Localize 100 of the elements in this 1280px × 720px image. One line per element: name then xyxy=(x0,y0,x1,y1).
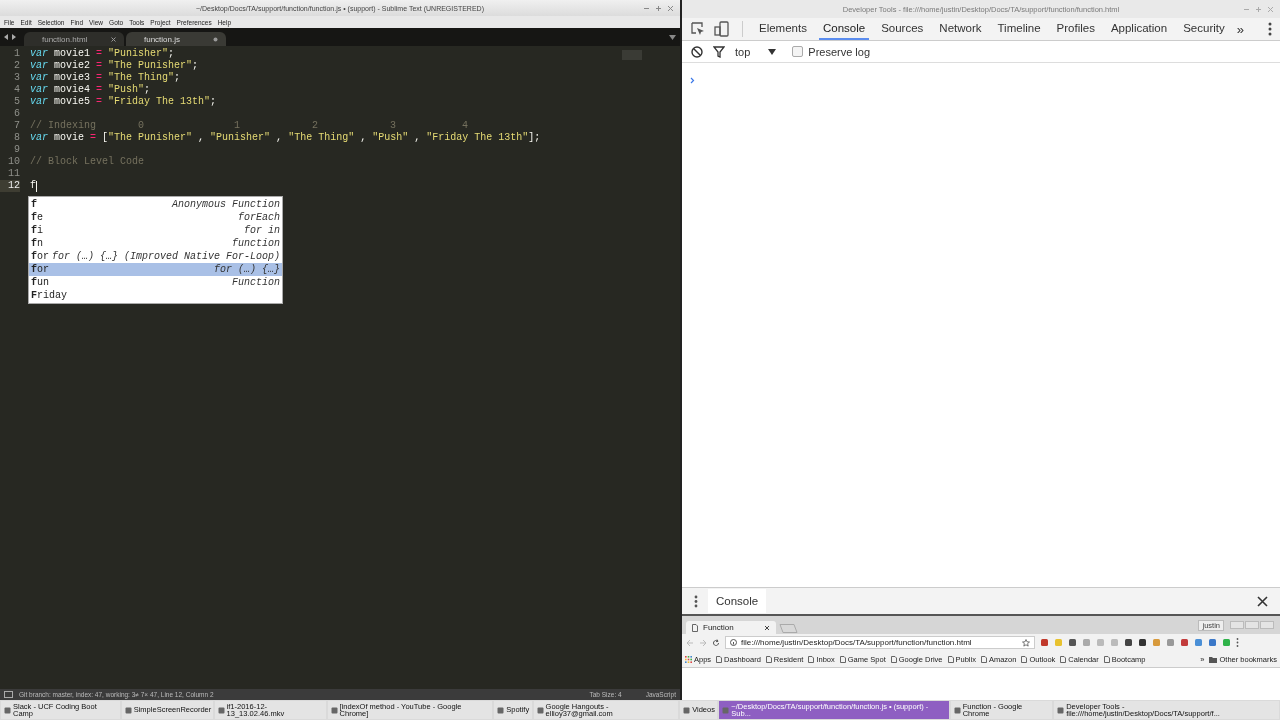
page-icon xyxy=(716,655,723,663)
code-line: var movie = ["The Punisher" , "Punisher" , "The Thing" , "Push" , "Friday The 13th"]; xyxy=(30,132,541,144)
completion-trigger: fe xyxy=(31,212,44,223)
completion-item[interactable]: Friday xyxy=(29,289,283,302)
devtools-tab[interactable]: Console xyxy=(818,18,870,40)
completion-hint: forEach xyxy=(238,212,281,223)
line-number: 9 xyxy=(13,144,20,156)
line-number: 4 xyxy=(13,84,20,96)
text-cursor xyxy=(36,180,37,192)
dropdown-icon[interactable] xyxy=(669,34,676,40)
more-tabs-button[interactable]: » xyxy=(1236,21,1244,37)
preserve-log-checkbox[interactable]: Preserve log xyxy=(792,45,871,58)
completion-item[interactable]: f Anonymous Function xyxy=(29,198,283,211)
editor-tab[interactable]: function.html xyxy=(24,32,124,46)
completion-item[interactable]: fun Function xyxy=(29,276,283,289)
line-number: 3 xyxy=(13,72,20,84)
devtools-tab[interactable]: Security xyxy=(1179,18,1229,40)
code-line: // Block Level Code xyxy=(30,156,145,168)
completion-item[interactable]: fe forEach xyxy=(29,211,283,224)
devtools-tab[interactable]: Application xyxy=(1106,18,1172,40)
completion-item[interactable]: fi for in xyxy=(29,224,283,237)
caret-icon xyxy=(768,48,777,55)
completion-item[interactable]: for for (…) {…} xyxy=(29,263,283,276)
device-toolbar-icon[interactable] xyxy=(714,21,730,37)
panel-icon[interactable] xyxy=(4,691,13,698)
close-icon[interactable] xyxy=(111,36,116,42)
inspect-element-icon[interactable] xyxy=(690,21,706,37)
completion-hint: for (…) {…} xyxy=(214,264,281,275)
app-icon xyxy=(1057,706,1065,714)
completion-trigger: fi xyxy=(31,225,44,236)
browser-tab[interactable]: Function xyxy=(686,621,776,634)
completion-trigger: fun xyxy=(31,277,50,288)
app-icon xyxy=(217,706,225,714)
clear-console-icon[interactable] xyxy=(691,45,703,58)
completion-trigger: for xyxy=(31,251,50,262)
page-icon xyxy=(980,655,987,663)
code-line: var movie1 = "Punisher"; xyxy=(30,48,175,60)
more-options-icon[interactable] xyxy=(1268,22,1272,36)
checkbox[interactable] xyxy=(792,46,804,57)
page-icon xyxy=(808,655,815,663)
completion-trigger: fn xyxy=(31,238,44,249)
app-icon xyxy=(722,706,730,714)
line-number: 1 xyxy=(13,48,20,60)
app-icon xyxy=(330,706,338,714)
app-icon xyxy=(683,706,691,714)
devtools-tab[interactable]: Profiles xyxy=(1052,18,1099,40)
drawer-tab[interactable]: Console xyxy=(708,589,767,613)
devtools-tab[interactable]: Sources xyxy=(877,18,928,40)
line-number: 10 xyxy=(7,156,20,168)
checkbox-label: Preserve log xyxy=(808,45,871,58)
line-number: 8 xyxy=(13,132,20,144)
line-number: 12 xyxy=(0,180,20,192)
line-number: 11 xyxy=(7,168,20,180)
menu-icon[interactable] xyxy=(1236,638,1239,647)
code-line: var movie2 = "The Punisher"; xyxy=(30,60,199,72)
app-icon xyxy=(536,706,544,714)
editor-tab[interactable]: function.js xyxy=(126,32,226,46)
page-icon xyxy=(692,623,698,632)
tab-title: Function xyxy=(703,623,735,632)
page-icon xyxy=(890,655,897,663)
completion-hint: for (…) {…} (Improved Native For-Loop) xyxy=(52,251,281,262)
reload-icon[interactable] xyxy=(712,638,720,647)
code-line: f xyxy=(30,180,36,192)
completion-item[interactable]: fn function xyxy=(29,237,283,250)
prompt-icon xyxy=(690,77,695,84)
completion-hint: function xyxy=(232,238,281,249)
address-bar[interactable]: file:///home/justin/Desktop/Docs/TA/support/function/function.html xyxy=(725,636,1035,649)
context-dropdown[interactable]: top xyxy=(735,45,783,58)
code-line: // Indexing 0 1 2 3 4 xyxy=(30,120,469,132)
close-icon[interactable] xyxy=(764,624,770,631)
info-icon[interactable] xyxy=(730,639,737,646)
page-icon xyxy=(1103,655,1110,663)
completion-hint: for in xyxy=(244,225,281,236)
completion-hint: Function xyxy=(232,277,281,288)
line-number: 7 xyxy=(13,120,20,132)
line-number: 5 xyxy=(13,96,20,108)
page-icon xyxy=(839,655,846,663)
line-number: 2 xyxy=(13,60,20,72)
completion-hint: Anonymous Function xyxy=(172,199,281,210)
devtools-tab[interactable]: Network xyxy=(935,18,986,40)
page-icon xyxy=(947,655,954,663)
folder-icon xyxy=(1209,655,1218,663)
filter-icon[interactable] xyxy=(713,45,725,58)
page-icon xyxy=(1060,655,1067,663)
devtools-tab[interactable]: Elements xyxy=(755,18,811,40)
close-icon[interactable] xyxy=(1257,595,1268,607)
code-line: var movie5 = "Friday The 13th"; xyxy=(30,96,217,108)
devtools-tab[interactable]: Timeline xyxy=(993,18,1045,40)
app-icon xyxy=(4,706,11,714)
maximize-icon[interactable] xyxy=(655,4,662,12)
line-number: 6 xyxy=(13,108,20,120)
unsaved-dot-icon xyxy=(213,36,218,42)
star-icon[interactable] xyxy=(1022,638,1030,647)
code-line: var movie3 = "The Thing"; xyxy=(30,72,181,84)
completion-item[interactable]: for for (…) {…} (Improved Native For-Loop) xyxy=(29,250,283,263)
tab-navigation-icon[interactable] xyxy=(4,34,16,40)
app-icon xyxy=(124,706,132,714)
code-line: var movie4 = "Push"; xyxy=(30,84,151,96)
completion-trigger: Friday xyxy=(31,290,68,301)
more-options-icon[interactable] xyxy=(694,594,698,608)
